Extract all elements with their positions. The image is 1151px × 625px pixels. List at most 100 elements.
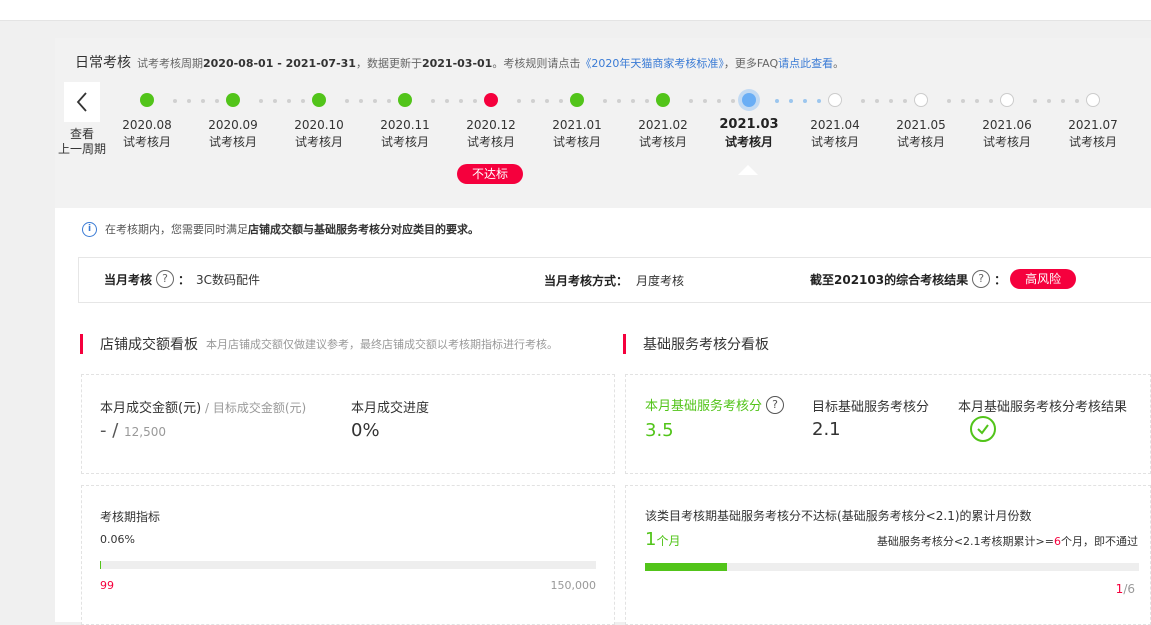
timeline-month[interactable]: 2021.04试考核月 — [800, 93, 870, 151]
left-gutter — [0, 21, 55, 622]
timeline-connector-dot — [445, 99, 449, 103]
prev-period-label[interactable]: 查看 上一周期 — [55, 127, 109, 157]
month-status-node — [226, 93, 240, 107]
month-date: 2021.04 — [800, 117, 870, 133]
month-label: 试考核月 — [112, 133, 182, 151]
sales-board-title: 店铺成交额看板 — [100, 334, 198, 354]
timeline-connector-dot — [259, 99, 263, 103]
month-status-node — [312, 93, 326, 107]
month-date: 2021.03 — [714, 117, 784, 133]
rules-link[interactable]: 《2020年天猫商家考核标准》 — [580, 57, 724, 70]
amount-label-row: 本月成交金额(元) / 目标成交金额(元) — [100, 397, 306, 416]
colon: ： — [178, 271, 190, 288]
faq-suffix: 。 — [833, 57, 844, 70]
period-progress-track — [100, 561, 596, 569]
count-rule: 基础服务考核分<2.1考核期累计>=6个月，即不通过 — [877, 533, 1138, 549]
timeline-connector-dot — [273, 99, 277, 103]
risk-badge: 高风险 — [1010, 269, 1076, 289]
month-date: 2020.09 — [198, 117, 268, 133]
method-value: 月度考核 — [636, 272, 684, 289]
section-marker — [80, 334, 83, 354]
update-prefix: ，数据更新于 — [356, 57, 422, 70]
month-label: 试考核月 — [800, 133, 870, 151]
month-status-node — [1000, 93, 1014, 107]
progress-value: 0% — [351, 420, 380, 441]
month-status-node — [570, 93, 584, 107]
score-label: 本月基础服务考核分 — [645, 395, 762, 414]
month-label: 试考核月 — [972, 133, 1042, 151]
service-count-card: 该类目考核期基础服务考核分不达标(基础服务考核分<2.1)的累计月份数 1个月 … — [625, 485, 1151, 625]
month-date: 2021.07 — [1058, 117, 1128, 133]
faq-link[interactable]: 请点此查看 — [778, 57, 833, 70]
prev-period-button[interactable] — [64, 82, 100, 122]
overall-result-label: 截至202103的综合考核结果 — [810, 271, 968, 288]
section-marker — [623, 334, 626, 354]
current-month-caret — [738, 165, 758, 175]
timeline-month[interactable]: 2021.06试考核月 — [972, 93, 1042, 151]
timeline-month[interactable]: 2021.07试考核月 — [1058, 93, 1128, 151]
timeline-month[interactable]: 2020.09试考核月 — [198, 93, 268, 151]
period-max-value: 150,000 — [551, 579, 597, 592]
timeline-connector-dot — [359, 99, 363, 103]
timeline-connector-dot — [531, 99, 535, 103]
amount-value-row: - / 12,500 — [100, 420, 166, 441]
month-status-node — [742, 93, 756, 107]
timeline-connector-dot — [517, 99, 521, 103]
timeline-month[interactable]: 2020.12试考核月 — [456, 93, 526, 151]
month-date: 2021.06 — [972, 117, 1042, 133]
period-percent: 0.06% — [100, 533, 135, 546]
month-assessment-label: 当月考核 — [104, 271, 152, 288]
question-icon[interactable]: ? — [156, 270, 174, 288]
notice-bold: 店铺成交额与基础服务考核分对应类目的要求。 — [248, 221, 479, 237]
month-date: 2021.05 — [886, 117, 956, 133]
top-bar — [0, 0, 1151, 21]
notice-row: i 在考核期内，您需要同时满足店铺成交额与基础服务考核分对应类目的要求。 — [82, 221, 479, 237]
question-icon[interactable]: ? — [972, 270, 990, 288]
month-status-node — [656, 93, 670, 107]
count-progress-fill — [645, 563, 727, 571]
month-status-node — [914, 93, 928, 107]
target-score-value: 2.1 — [812, 419, 841, 440]
progress-label: 本月成交进度 — [351, 397, 429, 416]
month-status-node — [828, 93, 842, 107]
month-label: 试考核月 — [370, 133, 440, 151]
timeline-month[interactable]: 2020.11试考核月 — [370, 93, 440, 151]
score-label-row: 本月基础服务考核分 ? — [645, 395, 788, 414]
timeline-connector-dot — [345, 99, 349, 103]
timeline-month[interactable]: 2021.03试考核月 — [714, 93, 784, 151]
period-target-card: 考核期指标 0.06% 99 150,000 — [81, 485, 615, 625]
question-icon[interactable]: ? — [766, 396, 784, 414]
timeline-month[interactable]: 2021.02试考核月 — [628, 93, 698, 151]
timeline-month[interactable]: 2021.01试考核月 — [542, 93, 612, 151]
month-label: 试考核月 — [886, 133, 956, 151]
timeline-connector-dot — [789, 99, 793, 103]
count-progress-track — [645, 563, 1139, 571]
timeline-connector-dot — [947, 99, 951, 103]
timeline-month[interactable]: 2021.05试考核月 — [886, 93, 956, 151]
timeline-month[interactable]: 2020.10试考核月 — [284, 93, 354, 151]
month-date: 2021.01 — [542, 117, 612, 133]
timeline-connector-dot — [961, 99, 965, 103]
month-label: 试考核月 — [456, 133, 526, 151]
timeline-connector-dot — [775, 99, 779, 103]
month-label: 试考核月 — [542, 133, 612, 151]
amount-label: 本月成交金额(元) — [100, 401, 201, 416]
timeline-connector-dot — [187, 99, 191, 103]
assessment-panel: 日常考核试考考核周期2020-08-01 - 2021-07-31，数据更新于2… — [55, 38, 1151, 622]
period-range: 2020-08-01 - 2021-07-31 — [203, 57, 356, 70]
service-score-card: 本月基础服务考核分 ? 3.5 目标基础服务考核分 2.1 本月基础服务考核分考… — [625, 374, 1151, 474]
month-date: 2020.08 — [112, 117, 182, 133]
page-heading: 日常考核试考考核周期2020-08-01 - 2021-07-31，数据更新于2… — [75, 52, 844, 72]
prev-period-line2: 上一周期 — [55, 142, 109, 157]
service-board-title: 基础服务考核分看板 — [643, 334, 769, 354]
amount-value: - / — [100, 420, 124, 441]
assessment-method: 当月考核方式： 月度考核 — [544, 272, 684, 289]
timeline-connector-dot — [603, 99, 607, 103]
timeline-connector-dot — [689, 99, 693, 103]
period-min-value: 99 — [100, 579, 114, 592]
timeline-connector-dot — [1033, 99, 1037, 103]
timeline-month[interactable]: 2020.08试考核月 — [112, 93, 182, 151]
month-label: 试考核月 — [714, 133, 784, 151]
timeline-connector-dot — [617, 99, 621, 103]
month-status-node — [398, 93, 412, 107]
